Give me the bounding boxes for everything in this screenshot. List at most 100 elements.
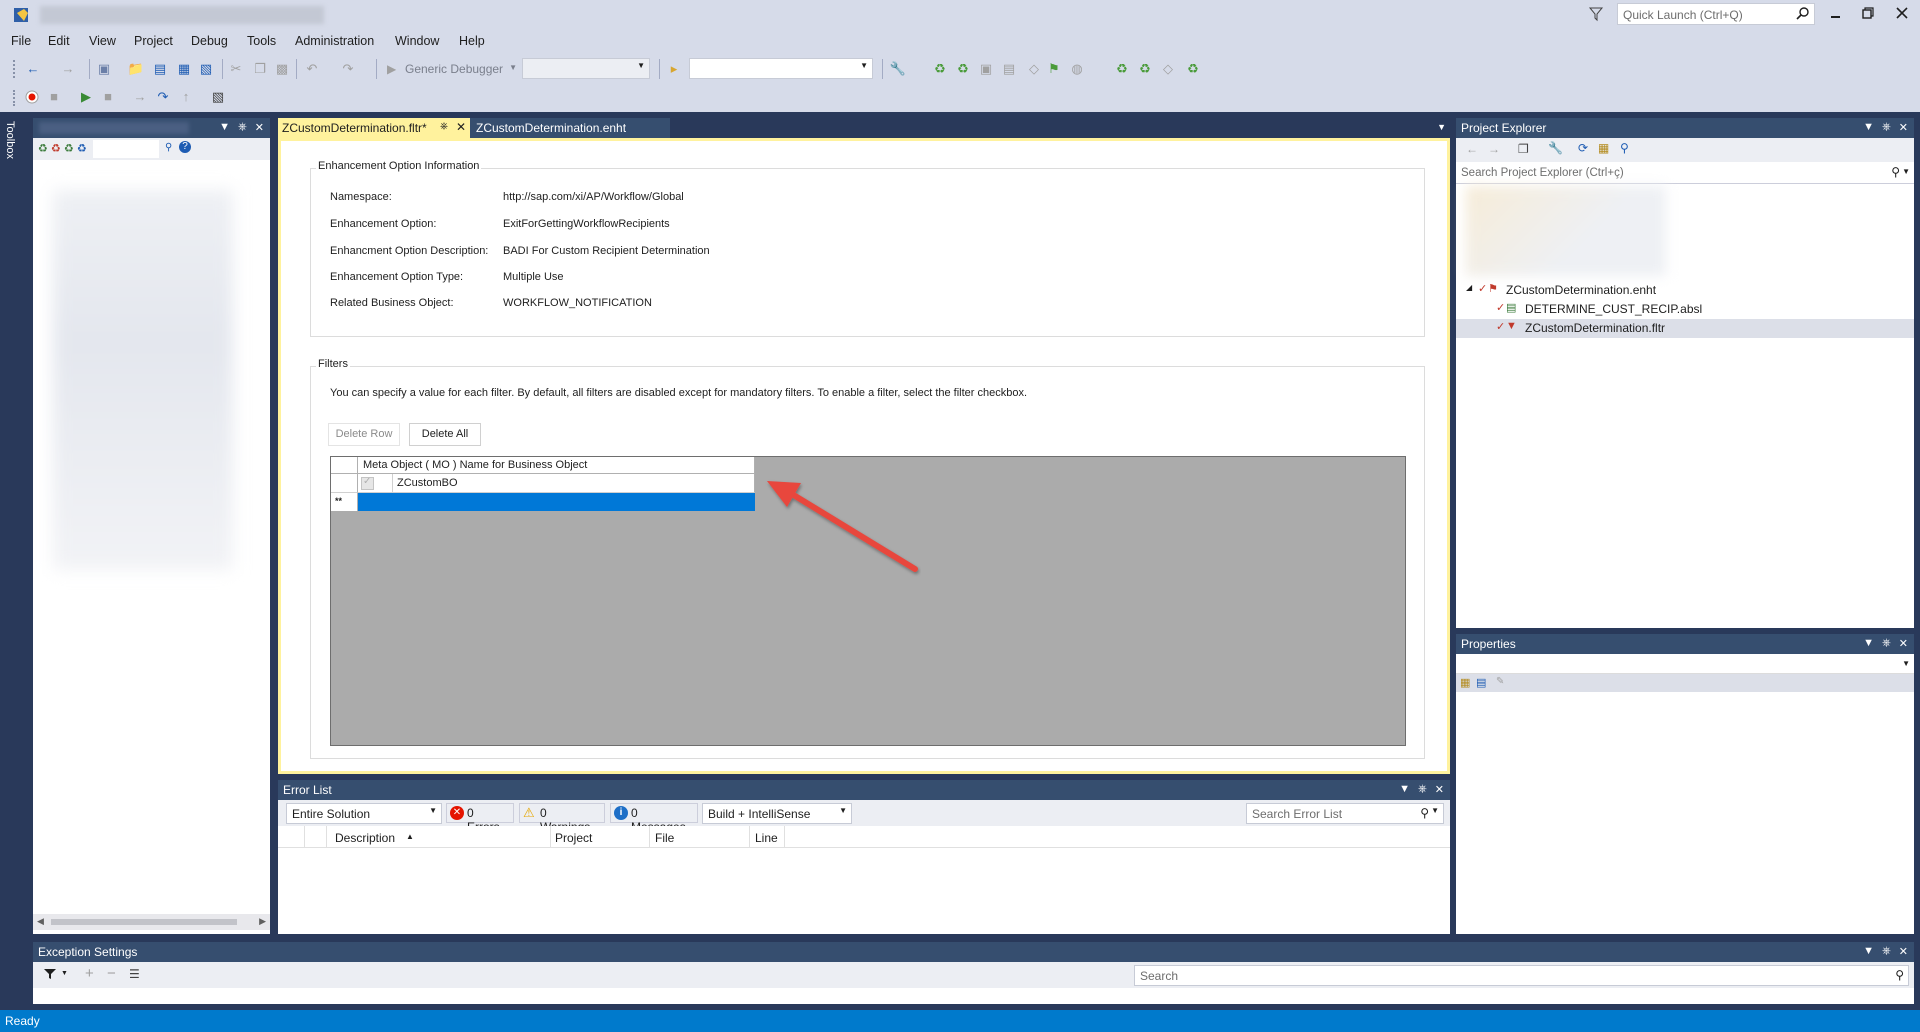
menu-file[interactable]: File bbox=[11, 34, 31, 48]
close-icon[interactable]: ✕ bbox=[1899, 121, 1908, 134]
error-scope-combo[interactable]: Entire Solution ▼ bbox=[286, 803, 442, 824]
tool-icon-1[interactable]: ♻ bbox=[38, 142, 48, 155]
activate-icon[interactable]: ♻ bbox=[955, 61, 971, 77]
left-pane-search[interactable] bbox=[93, 140, 159, 158]
show-all-icon[interactable]: ▦ bbox=[1598, 141, 1609, 155]
paste-icon[interactable]: ▩ bbox=[274, 61, 290, 77]
clapper-icon[interactable]: ▧ bbox=[210, 89, 226, 105]
delete-all-button[interactable]: Delete All bbox=[409, 423, 481, 446]
filter-value-cell[interactable]: ZCustomBO bbox=[397, 477, 458, 489]
menu-debug[interactable]: Debug bbox=[191, 34, 228, 48]
new-project-icon[interactable]: ▣ bbox=[96, 61, 112, 77]
table-row[interactable]: ✓ ZCustomBO bbox=[358, 474, 755, 493]
menu-tools[interactable]: Tools bbox=[247, 34, 276, 48]
run-icon[interactable]: ♻ bbox=[1185, 61, 1201, 77]
filter-icon[interactable] bbox=[1588, 6, 1604, 22]
grid-new-row-header[interactable]: ** bbox=[331, 493, 358, 511]
column-file[interactable]: File bbox=[655, 831, 674, 845]
list-settings-icon[interactable]: ☰ bbox=[129, 967, 140, 981]
find-combo[interactable]: ▼ bbox=[689, 58, 873, 79]
column-project[interactable]: Project bbox=[555, 831, 592, 845]
compare-icon[interactable]: ◇ bbox=[1026, 61, 1042, 77]
dropdown-icon[interactable]: ▼ bbox=[1863, 121, 1874, 134]
search-icon[interactable]: ⚲ bbox=[1620, 141, 1629, 155]
undo-icon[interactable]: ↶ bbox=[304, 61, 320, 77]
column-description[interactable]: Description bbox=[335, 831, 395, 845]
menu-help[interactable]: Help bbox=[459, 34, 485, 48]
filter-enable-checkbox[interactable]: ✓ bbox=[361, 476, 374, 490]
tool-icon-4[interactable]: ♻ bbox=[77, 142, 87, 155]
close-icon[interactable]: ✕ bbox=[255, 121, 264, 134]
step-over-icon[interactable]: ↷ bbox=[155, 89, 171, 105]
menu-edit[interactable]: Edit bbox=[48, 34, 70, 48]
dropdown-icon[interactable]: ▼ bbox=[1863, 637, 1874, 650]
menu-project[interactable]: Project bbox=[134, 34, 173, 48]
find-icon[interactable]: ▸ bbox=[666, 61, 682, 77]
dropdown-icon[interactable]: ▼ bbox=[1863, 945, 1874, 958]
dropdown-icon[interactable]: ▼ bbox=[219, 121, 230, 134]
pin-icon[interactable]: ⎈ bbox=[1882, 945, 1891, 958]
tree-item-absl[interactable]: ✓ ▤ DETERMINE_CUST_RECIP.absl bbox=[1466, 301, 1906, 319]
tool-icon-3[interactable]: ♻ bbox=[64, 142, 74, 155]
open-folder-icon[interactable]: 📁 bbox=[128, 61, 144, 77]
toolbox-tab[interactable]: Toolbox bbox=[4, 118, 21, 168]
close-tab-icon[interactable]: ✕ bbox=[456, 120, 466, 134]
forward-icon[interactable]: → bbox=[60, 61, 76, 77]
pin-icon[interactable]: ⎈ bbox=[238, 121, 247, 134]
start-icon[interactable]: ▶ bbox=[78, 89, 94, 105]
search-icon[interactable]: ⚲ bbox=[165, 142, 172, 153]
errors-filter-button[interactable]: ✕ 0 Errors bbox=[446, 803, 514, 834]
properties-object-selector[interactable]: ▼ bbox=[1456, 654, 1914, 674]
column-line[interactable]: Line bbox=[755, 831, 778, 845]
save-all-icon[interactable]: ▤ bbox=[152, 61, 168, 77]
solution-platform-combo[interactable]: ▼ bbox=[522, 58, 650, 79]
deploy-icon[interactable]: ♻ bbox=[932, 61, 948, 77]
help-icon[interactable]: ? bbox=[179, 141, 191, 153]
grid-column-header[interactable]: Meta Object ( MO ) Name for Business Obj… bbox=[358, 457, 755, 474]
alphabetical-icon[interactable]: ▤ bbox=[1476, 676, 1486, 689]
horizontal-scrollbar[interactable]: ◀ ▶ bbox=[33, 914, 270, 930]
step-out-icon[interactable]: ↑ bbox=[178, 89, 194, 105]
step-into-icon[interactable]: → bbox=[132, 89, 148, 105]
save-icon[interactable]: ▦ bbox=[176, 61, 192, 77]
pin-icon[interactable]: ⎈ bbox=[440, 121, 448, 132]
property-pages-icon[interactable]: ✎ bbox=[1496, 676, 1504, 687]
warnings-filter-button[interactable]: ⚠ 0 Warnings bbox=[519, 803, 605, 834]
collapse-all-icon[interactable]: ❐ bbox=[1518, 142, 1529, 156]
wrench-icon[interactable]: 🔧 bbox=[1548, 141, 1563, 155]
exception-search-input[interactable]: Search ⚲ bbox=[1134, 965, 1909, 986]
add-icon[interactable]: + bbox=[85, 965, 94, 982]
history-icon[interactable]: ◍ bbox=[1069, 61, 1085, 77]
refresh-icon[interactable]: ⟳ bbox=[1578, 141, 1588, 155]
chevron-down-icon[interactable]: ▼ bbox=[61, 970, 68, 977]
filter-icon[interactable] bbox=[43, 967, 57, 981]
stop-icon[interactable]: ■ bbox=[100, 89, 116, 105]
grid-row-header[interactable] bbox=[331, 474, 358, 493]
menu-administration[interactable]: Administration bbox=[295, 34, 374, 48]
tab-enht[interactable]: ZCustomDetermination.enht bbox=[470, 118, 670, 138]
categorized-icon[interactable]: ▦ bbox=[1460, 676, 1470, 689]
pin-icon[interactable]: ⎈ bbox=[1882, 121, 1891, 134]
expand-icon[interactable]: ◢ bbox=[1466, 283, 1472, 292]
forward-icon[interactable]: → bbox=[1488, 142, 1500, 156]
tool-icon-2[interactable]: ♻ bbox=[51, 142, 61, 155]
stop-record-icon[interactable]: ■ bbox=[46, 89, 62, 105]
debugger-selector[interactable]: ▶ Generic Debugger ▼ bbox=[385, 59, 519, 79]
save-multiple-icon[interactable]: ▧ bbox=[198, 61, 214, 77]
back-icon[interactable]: ← bbox=[1466, 142, 1478, 156]
close-window-button[interactable] bbox=[1895, 6, 1909, 20]
back-icon[interactable]: ← bbox=[25, 61, 41, 77]
disabled-action-icon[interactable]: ◇ bbox=[1160, 61, 1176, 77]
remove-icon[interactable]: − bbox=[107, 965, 116, 982]
menu-window[interactable]: Window bbox=[395, 34, 439, 48]
check-in-icon[interactable]: ▣ bbox=[978, 61, 994, 77]
project-explorer-search[interactable]: Search Project Explorer (Ctrl+ç) ⚲ ▼ bbox=[1456, 162, 1914, 184]
menu-view[interactable]: View bbox=[89, 34, 116, 48]
close-icon[interactable]: ✕ bbox=[1899, 945, 1908, 958]
copy-icon[interactable]: ❐ bbox=[252, 61, 268, 77]
redo-icon[interactable]: ↷ bbox=[340, 61, 356, 77]
pin-icon[interactable]: ⎈ bbox=[1418, 783, 1427, 796]
record-icon[interactable] bbox=[24, 89, 40, 105]
messages-filter-button[interactable]: i 0 Messages bbox=[610, 803, 698, 834]
deploy-all-icon[interactable]: ♻ bbox=[1137, 61, 1153, 77]
